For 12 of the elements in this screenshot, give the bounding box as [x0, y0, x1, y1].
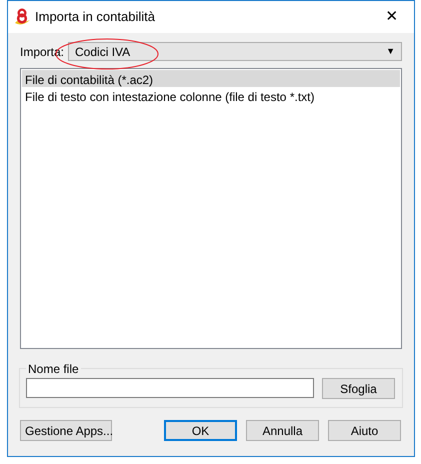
- file-type-item[interactable]: File di testo con intestazione colonne (file di testo *.txt): [22, 87, 400, 104]
- file-type-item[interactable]: File di contabilità (*.ac2): [22, 70, 400, 87]
- browse-button[interactable]: Sfoglia: [322, 378, 395, 399]
- dialog-button[interactable]: OK: [164, 420, 237, 441]
- file-name-field[interactable]: [26, 378, 314, 398]
- dialog-button[interactable]: Aiuto: [328, 420, 401, 441]
- close-button[interactable]: ✕: [370, 2, 414, 32]
- app-logo-icon: [14, 8, 31, 26]
- dialog-button[interactable]: Annulla: [246, 420, 319, 441]
- window-title: Importa in contabilità: [35, 8, 156, 26]
- dialog-button[interactable]: Gestione Apps...: [20, 420, 112, 441]
- import-dropdown[interactable]: Codici IVA ▼: [68, 42, 402, 61]
